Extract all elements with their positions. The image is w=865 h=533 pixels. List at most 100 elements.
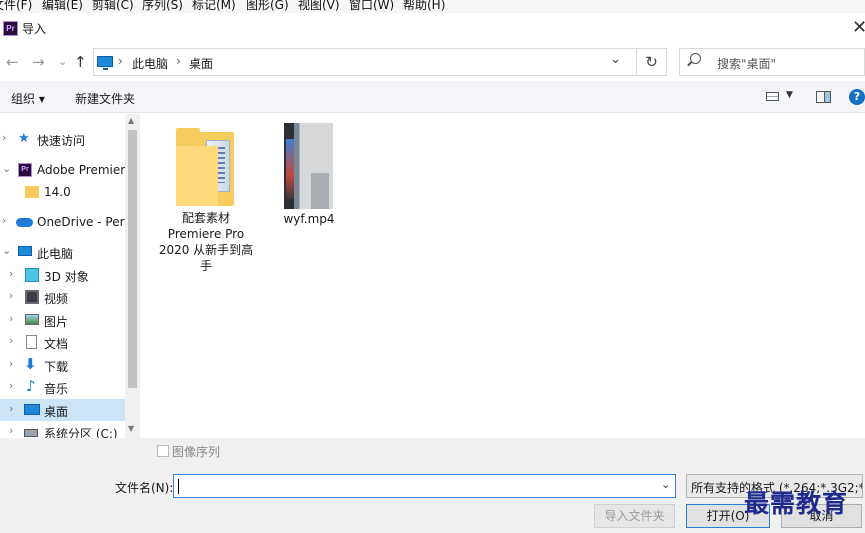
menu-help[interactable]: 帮助(H) [403,0,445,13]
sidebar-item-label: 系统分区 (C:) [44,427,118,438]
premiere-app-icon: Pr [3,21,18,36]
video-label: wyf.mp4 [267,211,351,227]
star-icon: ★ [18,131,30,146]
sidebar-item-downloads[interactable]: › ⬇ 下载 [0,354,125,376]
menu-graphics[interactable]: 图形(G) [246,0,289,13]
dialog-footer: 图像序列 文件名(N): ⌄ 所有支持的格式 (*.264;*.3G2;* 导入… [0,438,865,533]
sidebar-item-adobe-premiere[interactable]: ⌄ Pr Adobe Premiere [0,159,125,181]
breadcrumb-separator-icon: › [176,54,181,68]
chevron-down-icon[interactable]: ⌄ [2,244,11,257]
file-name-line: 2020 从新手到高 [158,243,254,257]
file-list: 配套素材 Premiere Pro 2020 从新手到高 手 wyf.mp4 [141,114,865,438]
sidebar-item-music[interactable]: › ♪ 音乐 [0,376,125,398]
view-options-icon[interactable] [766,92,779,101]
forward-arrow-icon[interactable]: → [32,53,45,71]
folder-label: 配套素材 Premiere Pro 2020 从新手到高 手 [141,210,271,274]
sidebar-item-label: 视频 [44,292,69,306]
file-name-line: wyf.mp4 [283,212,335,226]
chevron-down-icon[interactable]: ⌄ [2,162,11,175]
chevron-down-icon[interactable]: ⌄ [610,52,621,67]
close-icon[interactable]: ✕ [852,17,865,38]
back-arrow-icon[interactable]: ← [6,53,19,71]
menu-bar: 文件(F) 编辑(E) 剪辑(C) 序列(S) 标记(M) 图形(G) 视图(V… [0,0,865,13]
sidebar-scrollbar[interactable]: ▲ ▼ [125,114,140,438]
sidebar-item-label: OneDrive - Perso [37,215,125,229]
cube-icon [25,268,39,282]
scroll-down-icon[interactable]: ▼ [128,424,134,433]
sidebar-item-label: 此电脑 [37,247,74,261]
menu-file[interactable]: 文件(F) [0,0,32,13]
menu-marker[interactable]: 标记(M) [192,0,236,13]
chevron-down-icon[interactable]: ▼ [786,90,793,100]
sidebar-item-label: 图片 [44,315,69,329]
breadcrumb-separator-icon: › [118,54,123,68]
chevron-right-icon[interactable]: › [2,131,6,144]
chevron-down-icon[interactable]: ⌄ [661,478,670,491]
filename-input[interactable]: ⌄ [173,474,676,498]
file-item-folder[interactable]: 配套素材 Premiere Pro 2020 从新手到高 手 [141,114,271,284]
image-sequence-label: 图像序列 [172,445,221,459]
download-icon: ⬇ [24,355,37,373]
chevron-right-icon[interactable]: › [9,402,13,415]
search-placeholder: 搜索"桌面" [717,57,777,71]
menu-view[interactable]: 视图(V) [298,0,340,13]
breadcrumb-desktop[interactable]: 桌面 [189,55,213,72]
computer-icon [18,246,32,256]
text-caret [178,479,179,494]
organize-button[interactable]: 组织 ▾ [11,90,45,107]
menu-edit[interactable]: 编辑(E) [42,0,83,13]
desktop-icon [24,404,40,415]
dialog-title-bar: Pr 导入 ✕ [0,13,865,45]
sidebar-item-label: 下载 [44,360,69,374]
sidebar-item-14-0[interactable]: 14.0 [0,181,125,203]
folder-icon [25,186,39,198]
file-name-line: 手 [199,259,212,273]
import-folder-button[interactable]: 导入文件夹 [594,504,675,528]
refresh-button[interactable]: ↻ [636,48,667,76]
image-sequence-checkbox[interactable] [157,445,169,457]
menu-clip[interactable]: 剪辑(C) [92,0,134,13]
chevron-right-icon[interactable]: › [9,289,13,302]
help-icon[interactable]: ? [849,89,865,105]
chevron-right-icon[interactable]: › [9,334,13,347]
sidebar-item-label: 快速访问 [37,134,86,148]
chevron-right-icon[interactable]: › [9,267,13,280]
search-box[interactable]: 搜索"桌面" [679,48,865,76]
recent-locations-icon[interactable]: ⌄ [58,55,67,68]
sidebar-item-label: Adobe Premiere [37,163,125,177]
up-arrow-icon[interactable]: ↑ [74,53,87,71]
navigation-bar: ← → ⌄ ↑ › 此电脑 › 桌面 ⌄ ↻ 搜索"桌面" [0,45,865,81]
chevron-right-icon[interactable]: › [9,424,13,437]
sidebar-item-quick-access[interactable]: › ★ 快速访问 [0,128,125,150]
sidebar-item-documents[interactable]: › 文档 [0,331,125,353]
sidebar-item-pictures[interactable]: › 图片 [0,309,125,331]
chevron-right-icon[interactable]: › [9,357,13,370]
breadcrumb-this-pc[interactable]: 此电脑 [132,55,168,72]
scrollbar-thumb[interactable] [128,130,137,388]
sidebar-item-3d-objects[interactable]: › 3D 对象 [0,264,125,286]
preview-pane-icon[interactable] [816,91,831,103]
sidebar-item-system-drive[interactable]: › 系统分区 (C:) [0,421,125,438]
cloud-icon [16,218,33,227]
menu-sequence[interactable]: 序列(S) [142,0,183,13]
video-icon [25,290,39,304]
folder-icon [176,128,236,208]
sidebar-item-this-pc[interactable]: ⌄ 此电脑 [0,241,125,263]
music-icon: ♪ [26,377,36,395]
menu-window[interactable]: 窗口(W) [349,0,394,13]
navigation-pane: › ★ 快速访问 ⌄ Pr Adobe Premiere 14.0 › OneD… [0,114,140,438]
chevron-right-icon[interactable]: › [9,379,13,392]
sidebar-item-videos[interactable]: › 视频 [0,286,125,308]
sidebar-item-label: 桌面 [44,405,69,419]
picture-icon [25,314,39,325]
premiere-icon: Pr [18,163,32,177]
chevron-right-icon[interactable]: › [2,214,6,227]
new-folder-button[interactable]: 新建文件夹 [75,90,135,107]
chevron-right-icon[interactable]: › [9,312,13,325]
sidebar-item-desktop[interactable]: › 桌面 [0,399,125,421]
dialog-title: 导入 [22,22,47,36]
scroll-up-icon[interactable]: ▲ [128,116,134,125]
sidebar-item-onedrive[interactable]: › OneDrive - Perso [0,211,125,233]
sidebar-item-label: 音乐 [44,382,69,396]
address-bar[interactable]: › 此电脑 › 桌面 ⌄ [93,48,637,76]
